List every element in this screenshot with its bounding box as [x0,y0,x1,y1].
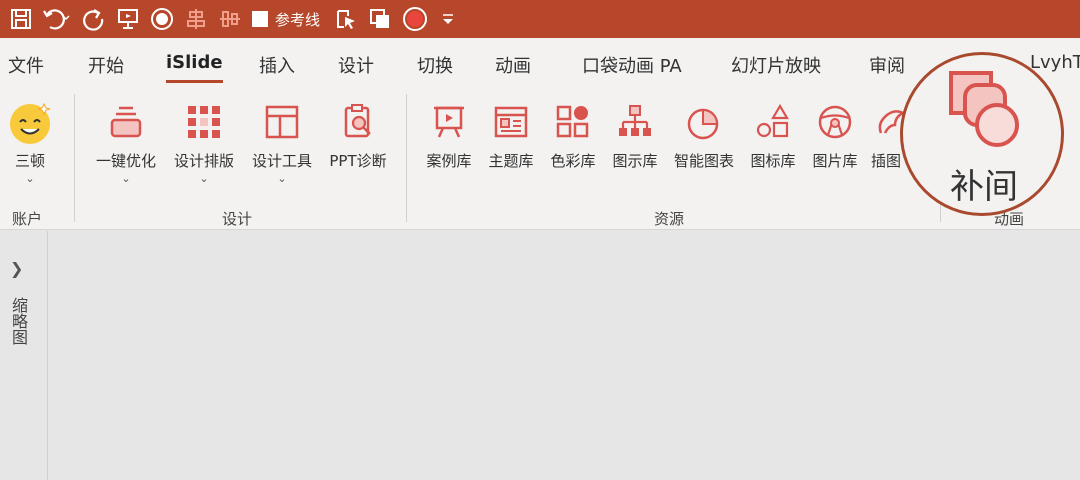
picture-library-label: 图片库 [812,152,858,170]
thumbnail-pane-label: 缩略图 [9,297,28,345]
diagnosis-icon [332,96,384,148]
tween-icon [945,67,1027,153]
case-library-label: 案例库 [426,152,472,170]
account-button[interactable]: 三顿 ⌄ [4,96,56,184]
tab-insert[interactable]: 插入 [259,52,295,78]
align-center-icon[interactable] [184,0,208,38]
tab-animations[interactable]: 动画 [495,52,531,78]
theme-library-button[interactable]: 主题库 [482,96,540,171]
group-label-account: 账户 [12,210,43,228]
group-divider [74,94,75,222]
layout-label: 设计排版 [173,152,234,170]
guides-checkbox[interactable] [252,11,268,27]
chevron-down-icon[interactable]: ⌄ [166,173,242,184]
design-tools-icon [256,96,308,148]
guides-label: 参考线 [275,10,321,29]
chevron-down-icon[interactable]: ⌄ [88,173,164,184]
group-divider [406,94,407,222]
tab-pocket-animation[interactable]: 口袋动画 PA [582,52,682,78]
one-click-optimize-button[interactable]: 一键优化 ⌄ [88,96,164,184]
theme-icon [485,96,537,148]
slide-canvas-area[interactable] [49,231,1080,480]
redo-icon[interactable] [80,0,106,38]
record-icon[interactable] [402,0,428,38]
design-tools-button[interactable]: 设计工具 ⌄ [244,96,320,184]
tab-file[interactable]: 文件 [8,52,44,78]
diagram-library-button[interactable]: 图示库 [606,96,664,171]
shapes-icon [747,96,799,148]
icon-library-button[interactable]: 图标库 [744,96,802,171]
active-tab-indicator [166,80,223,83]
guides-toggle[interactable]: 参考线 [252,9,320,30]
grid-layout-icon [178,96,230,148]
picture-library-button[interactable]: 图片库 [806,96,864,171]
tab-transitions[interactable]: 切换 [417,52,453,78]
tab-design[interactable]: 设计 [338,52,374,78]
chevron-down-icon[interactable]: ⌄ [4,173,56,184]
thumbnail-pane: ❯ 缩略图 [0,231,48,480]
group-label-resources: 资源 [654,210,685,228]
ppt-diagnosis-label: PPT诊断 [329,152,387,170]
smiley-emoji-icon [4,96,56,148]
one-click-optimize-label: 一键优化 [95,152,156,170]
diagram-library-label: 图示库 [612,152,658,170]
undo-icon[interactable] [42,0,70,38]
tween-button-highlight[interactable]: 补间 [900,52,1064,216]
select-pane-icon[interactable] [334,0,358,38]
quick-access-toolbar: 参考线 [0,0,1080,38]
org-chart-icon [609,96,661,148]
group-label-design: 设计 [222,210,253,228]
smart-chart-label: 智能图表 [673,152,734,170]
tween-label: 补间 [950,167,1018,207]
record-circle-icon[interactable] [150,0,174,38]
distribute-icon[interactable] [218,0,242,38]
tab-review[interactable]: 审阅 [869,52,905,78]
color-library-label: 色彩库 [550,152,596,170]
icon-library-label: 图标库 [750,152,796,170]
layout-button[interactable]: 设计排版 ⌄ [166,96,242,184]
smart-chart-button[interactable]: 智能图表 [666,96,742,171]
illustration-label: 插图 [870,152,901,170]
present-icon[interactable] [116,0,140,38]
case-library-button[interactable]: 案例库 [420,96,478,171]
expand-pane-icon[interactable]: ❯ [10,259,23,278]
color-palette-icon [547,96,599,148]
theme-library-label: 主题库 [488,152,534,170]
design-tools-label: 设计工具 [251,152,312,170]
chevron-down-icon[interactable]: ⌄ [244,173,320,184]
pie-chart-icon [678,96,730,148]
tab-islide[interactable]: iSlide [166,52,223,73]
account-label: 三顿 [14,152,45,170]
customize-qat-icon[interactable] [438,0,458,38]
ppt-diagnosis-button[interactable]: PPT诊断 [322,96,394,171]
save-icon[interactable] [10,0,32,38]
tab-user[interactable]: LvyhT [1030,52,1080,73]
tab-home[interactable]: 开始 [88,52,124,78]
color-library-button[interactable]: 色彩库 [544,96,602,171]
aperture-icon [809,96,861,148]
optimize-icon [100,96,152,148]
bring-forward-icon[interactable] [368,0,392,38]
tab-slideshow[interactable]: 幻灯片放映 [731,52,821,78]
presentation-board-icon [423,96,475,148]
